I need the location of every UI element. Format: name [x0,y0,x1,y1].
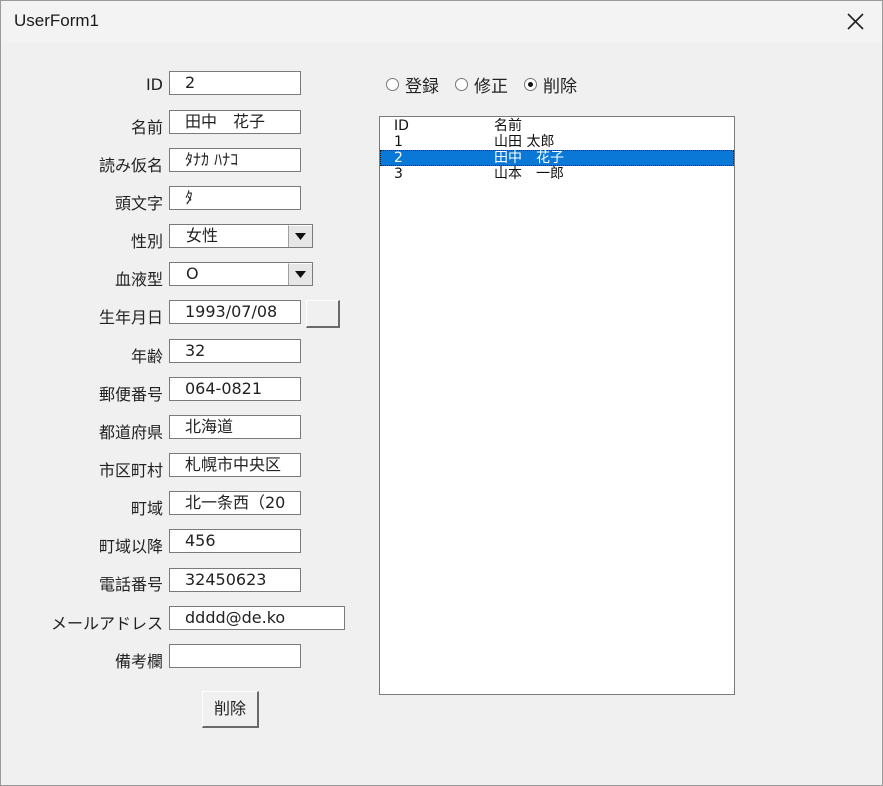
radio-dot [528,82,533,87]
list-item-name: 山本 一郎 [494,166,564,182]
title-bar: UserForm1 [1,1,882,43]
window-title: UserForm1 [14,11,100,30]
radio-delete[interactable]: 削除 [524,72,577,97]
kana-field[interactable]: ﾀﾅｶ ﾊﾅｺ [169,148,301,172]
label-prefecture: 都道府県 [98,423,163,442]
postal-code-field[interactable]: 064-0821 [169,377,301,401]
label-age: 年齢 [130,347,163,366]
notes-field[interactable] [169,644,301,668]
radio-circle [386,78,399,91]
label-initial: 頭文字 [114,194,163,213]
delete-button[interactable]: 削除 [202,691,259,728]
label-id: ID [145,75,163,94]
town-after-field[interactable]: 456 [169,529,301,553]
list-header: ID 名前 [380,118,734,134]
blood-value: O [186,264,199,283]
prefecture-field[interactable]: 北海道 [169,415,301,439]
label-email: メールアドレス [50,614,163,633]
id-field[interactable]: 2 [169,71,301,95]
list-item[interactable]: 1 山田 太郎 [380,134,734,150]
list-item-name: 山田 太郎 [494,134,555,150]
radio-delete-label: 削除 [543,77,577,97]
blood-combobox[interactable]: O [169,262,313,286]
town-field[interactable]: 北一条西（20 [169,491,301,515]
radio-edit-label: 修正 [474,77,508,97]
list-item-id: 3 [394,166,403,182]
close-button[interactable] [833,5,879,39]
label-blood: 血液型 [114,270,163,289]
label-gender: 性別 [130,232,163,251]
radio-edit[interactable]: 修正 [455,72,508,97]
initial-field[interactable]: ﾀ [169,186,301,210]
list-item-name: 田中 花子 [494,150,564,166]
label-notes: 備考欄 [114,652,163,671]
userform-window: UserForm1 ID 名前 読み仮名 頭文字 性別 血液型 生年月日 年齢 … [0,0,883,786]
label-postal: 郵便番号 [98,385,163,404]
list-header-name: 名前 [494,118,522,134]
list-item-id: 1 [394,134,403,150]
list-item-selected[interactable]: 2 田中 花子 [380,150,734,166]
label-birthday: 生年月日 [98,308,163,327]
close-icon [847,13,864,30]
label-town-after: 町域以降 [98,537,163,556]
gender-dropdown-button[interactable] [288,225,312,247]
list-item[interactable]: 3 山本 一郎 [380,166,734,182]
name-field[interactable]: 田中 花子 [169,110,301,134]
list-item-id: 2 [394,150,403,166]
gender-value: 女性 [186,226,219,245]
label-kana: 読み仮名 [98,156,163,175]
label-name: 名前 [130,118,163,137]
phone-field[interactable]: 32450623 [169,568,301,592]
gender-combobox[interactable]: 女性 [169,224,313,248]
chevron-down-icon [295,271,306,278]
age-field[interactable]: 32 [169,339,301,363]
radio-register-label: 登録 [405,77,439,97]
label-city: 市区町村 [98,461,163,480]
email-field[interactable]: dddd@de.ko [169,606,345,630]
label-town: 町域 [130,499,163,518]
radio-register[interactable]: 登録 [386,72,439,97]
radio-circle [455,78,468,91]
city-field[interactable]: 札幌市中央区 [169,453,301,477]
list-header-id: ID [394,118,409,134]
label-phone: 電話番号 [98,575,163,594]
records-listbox[interactable]: ID 名前 1 山田 太郎 2 田中 花子 3 山本 一郎 [379,116,735,695]
calendar-button[interactable] [306,300,340,328]
birthday-field[interactable]: 1993/07/08 [169,300,301,324]
radio-circle-selected [524,78,537,91]
blood-dropdown-button[interactable] [288,263,312,285]
chevron-down-icon [295,233,306,240]
